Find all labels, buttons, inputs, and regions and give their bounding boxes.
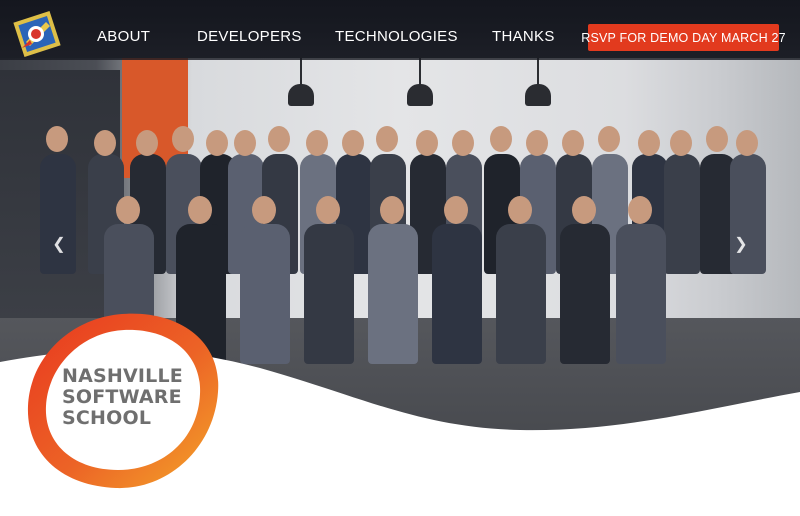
- pendant-lamp: [407, 56, 433, 108]
- logo-line-3: SCHOOL: [62, 407, 152, 429]
- nss-rocket-icon[interactable]: [12, 8, 62, 58]
- nav-link-technologies[interactable]: TECHNOLOGIES: [335, 28, 458, 45]
- logo-line-2: SOFTWARE: [62, 386, 182, 408]
- logo-line-1: NASHVILLE: [62, 365, 183, 387]
- rsvp-demo-day-button[interactable]: RSVP FOR DEMO DAY MARCH 27: [581, 24, 786, 51]
- nss-logo-wordmark: NASHVILLE SOFTWARE SCHOOL: [62, 366, 202, 429]
- chevron-right-icon[interactable]: ❯: [734, 236, 748, 254]
- pendant-lamp: [525, 56, 551, 108]
- chevron-left-icon[interactable]: ❮: [52, 236, 66, 254]
- nav-link-about[interactable]: ABOUT: [97, 28, 150, 45]
- nav-link-thanks[interactable]: THANKS: [492, 28, 555, 45]
- top-navbar: ABOUT DEVELOPERS TECHNOLOGIES THANKS RSV…: [0, 0, 800, 60]
- pendant-lamp: [288, 56, 314, 108]
- nav-link-developers[interactable]: DEVELOPERS: [197, 28, 302, 45]
